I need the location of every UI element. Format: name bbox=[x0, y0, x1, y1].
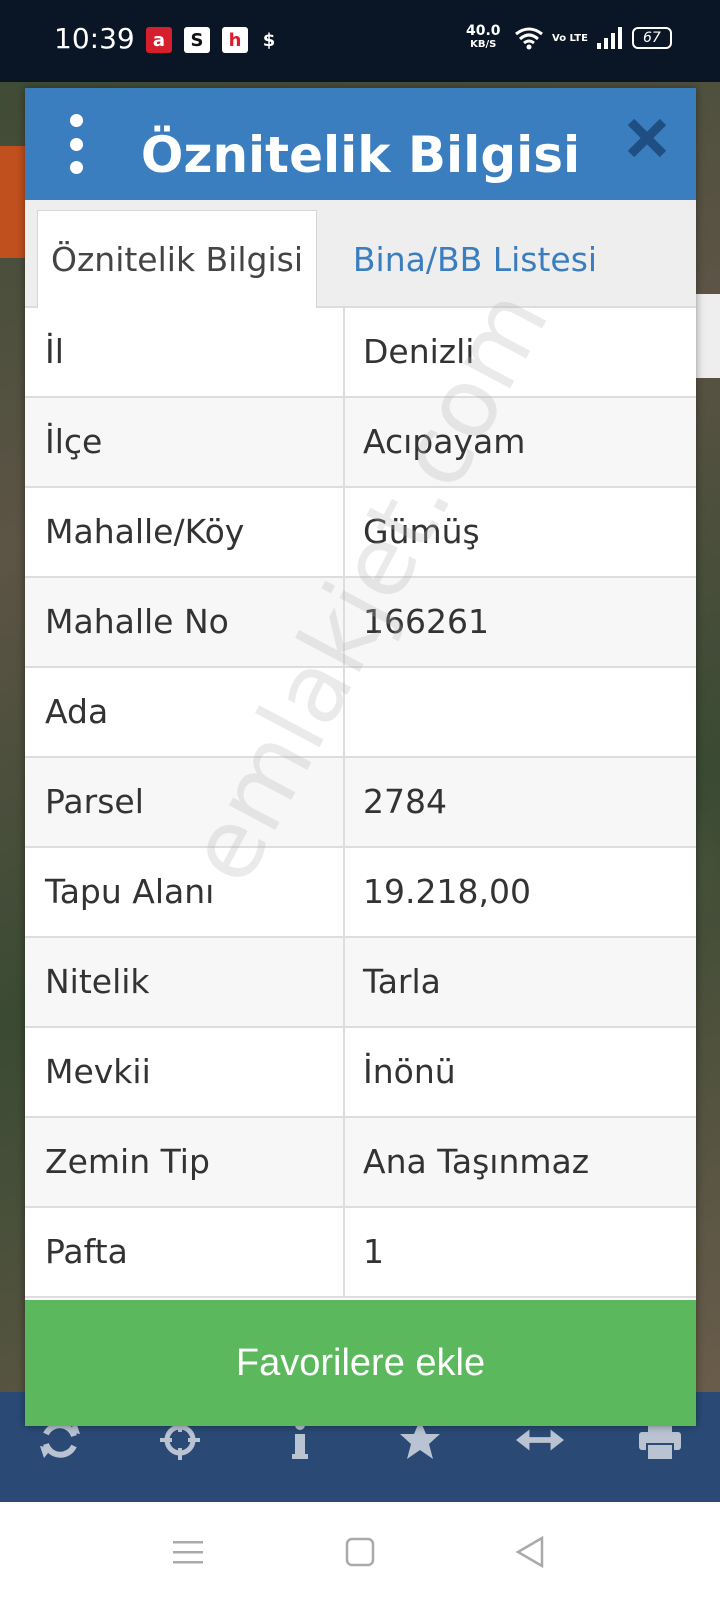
dialog-tabs: Öznitelik Bilgisi Bina/BB Listesi bbox=[25, 200, 696, 308]
cell-divider bbox=[343, 308, 345, 396]
row-value: 166261 bbox=[363, 602, 489, 641]
row-key: Pafta bbox=[45, 1232, 128, 1271]
cell-divider bbox=[343, 578, 345, 666]
table-row: Ada bbox=[25, 668, 696, 758]
row-key: İlçe bbox=[45, 422, 103, 461]
wifi-icon bbox=[515, 27, 543, 50]
app-a-icon: a bbox=[146, 27, 172, 53]
app-s-icon: S bbox=[184, 27, 210, 53]
table-row: Mahalle/Köy Gümüş bbox=[25, 488, 696, 578]
row-value: Denizli bbox=[363, 332, 475, 371]
attribute-table: İl Denizli İlçe Acıpayam Mahalle/Köy Güm… bbox=[25, 308, 696, 1298]
cell-divider bbox=[343, 1118, 345, 1206]
row-value: Tarla bbox=[363, 962, 441, 1001]
table-row: Nitelik Tarla bbox=[25, 938, 696, 1028]
notification-icons: a S h $ bbox=[146, 27, 278, 53]
status-bar: 10:39 a S h $ 40.0 KB/S Vo LTE 67 bbox=[0, 0, 720, 82]
row-value: 1 bbox=[363, 1232, 384, 1271]
cell-divider bbox=[343, 668, 345, 756]
row-key: Ada bbox=[45, 692, 109, 731]
net-speed-value: 40.0 bbox=[466, 23, 501, 39]
close-icon[interactable] bbox=[625, 116, 669, 160]
status-right: Vo LTE 67 bbox=[514, 26, 672, 50]
home-icon[interactable] bbox=[342, 1534, 378, 1570]
tab-oznitelik-bilgisi[interactable]: Öznitelik Bilgisi bbox=[37, 210, 317, 308]
table-row: İl Denizli bbox=[25, 308, 696, 398]
row-key: Mevkii bbox=[45, 1052, 151, 1091]
recents-menu-icon[interactable] bbox=[170, 1534, 206, 1570]
row-key: Zemin Tip bbox=[45, 1142, 210, 1181]
cell-divider bbox=[343, 488, 345, 576]
app-h-icon: h bbox=[222, 27, 248, 53]
dollar-icon: $ bbox=[262, 29, 276, 51]
row-value: Acıpayam bbox=[363, 422, 526, 461]
row-key: Tapu Alanı bbox=[45, 872, 215, 911]
tab-bina-bb-listesi[interactable]: Bina/BB Listesi bbox=[325, 210, 625, 308]
back-icon[interactable] bbox=[512, 1534, 548, 1570]
row-key: Mahalle/Köy bbox=[45, 512, 245, 551]
row-key: İl bbox=[45, 332, 64, 371]
table-row: Parsel 2784 bbox=[25, 758, 696, 848]
row-value: 2784 bbox=[363, 782, 447, 821]
attribute-dialog: Öznitelik Bilgisi Öznitelik Bilgisi Bina… bbox=[25, 88, 696, 1426]
table-row: Pafta 1 bbox=[25, 1208, 696, 1298]
net-speed: 40.0 KB/S bbox=[466, 24, 501, 52]
row-value: 19.218,00 bbox=[363, 872, 531, 911]
row-value: Gümüş bbox=[363, 512, 480, 551]
cell-divider bbox=[343, 1028, 345, 1116]
row-value: Ana Taşınmaz bbox=[363, 1142, 590, 1181]
signal-icon bbox=[596, 27, 622, 49]
cell-divider bbox=[343, 1208, 345, 1296]
table-row: Mahalle No 166261 bbox=[25, 578, 696, 668]
cell-divider bbox=[343, 758, 345, 846]
battery-icon: 67 bbox=[631, 27, 672, 49]
cell-divider bbox=[343, 848, 345, 936]
table-row: Tapu Alanı 19.218,00 bbox=[25, 848, 696, 938]
row-key: Mahalle No bbox=[45, 602, 229, 641]
row-key: Parsel bbox=[45, 782, 144, 821]
dialog-title: Öznitelik Bilgisi bbox=[140, 126, 581, 184]
row-value: İnönü bbox=[363, 1052, 456, 1091]
table-row: İlçe Acıpayam bbox=[25, 398, 696, 488]
net-speed-unit: KB/S bbox=[470, 39, 497, 50]
cell-divider bbox=[343, 938, 345, 1026]
system-nav-bar bbox=[0, 1502, 720, 1600]
status-time: 10:39 bbox=[54, 22, 135, 55]
cell-divider bbox=[343, 398, 345, 486]
volte-icon: Vo LTE bbox=[552, 32, 588, 44]
row-key: Nitelik bbox=[45, 962, 150, 1001]
table-row: Mevkii İnönü bbox=[25, 1028, 696, 1118]
table-row: Zemin Tip Ana Taşınmaz bbox=[25, 1118, 696, 1208]
add-to-favorites-button[interactable]: Favorilere ekle bbox=[25, 1300, 696, 1426]
dialog-header: Öznitelik Bilgisi bbox=[25, 88, 696, 200]
